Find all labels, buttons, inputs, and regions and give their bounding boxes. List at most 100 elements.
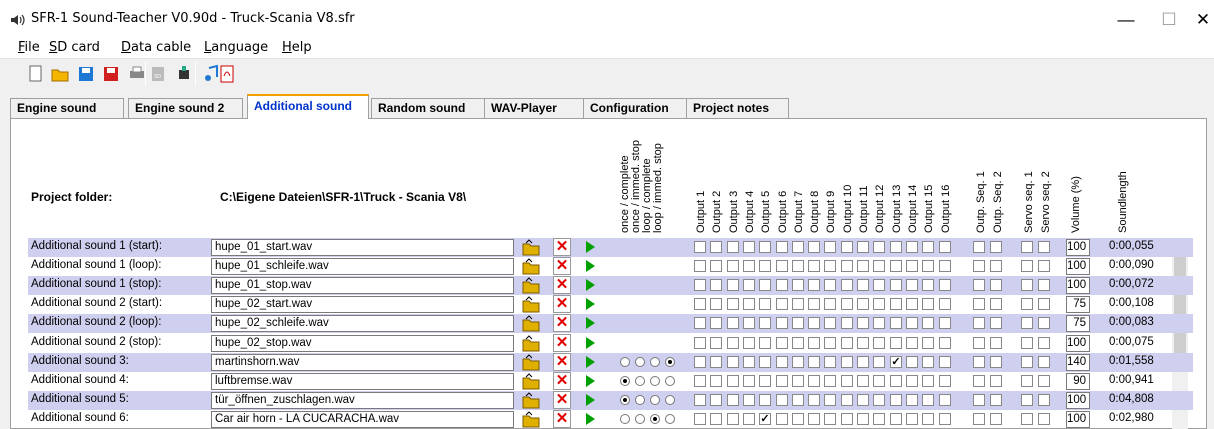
tab-project-notes[interactable]: Project notes (686, 98, 789, 118)
sequence-checkbox[interactable] (973, 260, 985, 272)
print-icon[interactable] (127, 64, 147, 84)
output-checkbox[interactable] (694, 279, 706, 291)
menu-data-cable[interactable]: Data cable (121, 40, 191, 55)
volume-field[interactable]: 100 (1066, 277, 1090, 294)
volume-field[interactable]: 100 (1066, 335, 1090, 352)
output-checkbox[interactable] (939, 375, 951, 387)
tab-engine-sound-2[interactable]: Engine sound 2 (128, 98, 243, 118)
output-checkbox[interactable] (792, 241, 804, 253)
output-checkbox[interactable] (759, 394, 771, 406)
sequence-checkbox[interactable] (1038, 337, 1050, 349)
volume-field[interactable]: 75 (1066, 315, 1090, 332)
output-checkbox[interactable] (841, 394, 853, 406)
output-checkbox[interactable] (906, 413, 918, 425)
data-cable-icon[interactable] (174, 64, 194, 84)
menu-file[interactable]: File (18, 40, 40, 55)
output-checkbox[interactable] (890, 337, 902, 349)
output-checkbox[interactable] (710, 394, 722, 406)
output-checkbox[interactable] (776, 298, 788, 310)
mode-radio[interactable] (620, 414, 630, 424)
sound-file-field[interactable]: Car air horn - LA CUCARACHA.wav (211, 411, 514, 428)
output-checkbox[interactable] (776, 356, 788, 368)
output-checkbox[interactable] (873, 260, 885, 272)
sequence-checkbox[interactable] (1021, 260, 1033, 272)
sequence-checkbox[interactable] (990, 298, 1002, 310)
output-checkbox[interactable] (727, 394, 739, 406)
tab-configuration[interactable]: Configuration (583, 98, 687, 118)
mode-radio[interactable] (665, 414, 675, 424)
sequence-checkbox[interactable] (973, 241, 985, 253)
delete-icon[interactable]: ✕ (553, 353, 571, 371)
output-checkbox[interactable] (922, 279, 934, 291)
output-checkbox[interactable] (939, 241, 951, 253)
mode-radio[interactable] (650, 376, 660, 386)
sequence-checkbox[interactable] (1038, 394, 1050, 406)
output-checkbox[interactable] (922, 337, 934, 349)
volume-field[interactable]: 75 (1066, 296, 1090, 313)
output-checkbox[interactable] (922, 241, 934, 253)
sound-file-field[interactable]: hupe_02_schleife.wav (211, 315, 514, 332)
output-checkbox[interactable] (792, 260, 804, 272)
output-checkbox[interactable] (824, 279, 836, 291)
output-checkbox[interactable] (710, 317, 722, 329)
output-checkbox[interactable] (939, 279, 951, 291)
output-checkbox[interactable] (808, 356, 820, 368)
sequence-checkbox[interactable] (973, 413, 985, 425)
output-checkbox[interactable] (743, 413, 755, 425)
volume-field[interactable]: 100 (1066, 239, 1090, 256)
open-folder-icon[interactable] (522, 315, 540, 332)
save-as-icon[interactable] (101, 64, 121, 84)
output-checkbox[interactable] (759, 337, 771, 349)
output-checkbox[interactable] (857, 394, 869, 406)
output-checkbox[interactable] (808, 279, 820, 291)
output-checkbox[interactable] (727, 413, 739, 425)
output-checkbox[interactable] (792, 298, 804, 310)
output-checkbox[interactable] (743, 356, 755, 368)
output-checkbox[interactable] (857, 298, 869, 310)
output-checkbox[interactable] (759, 260, 771, 272)
delete-icon[interactable]: ✕ (553, 295, 571, 313)
output-checkbox[interactable] (727, 317, 739, 329)
sequence-checkbox[interactable] (1038, 375, 1050, 387)
output-checkbox[interactable] (694, 375, 706, 387)
output-checkbox[interactable] (776, 260, 788, 272)
delete-icon[interactable]: ✕ (553, 238, 571, 256)
output-checkbox[interactable] (873, 413, 885, 425)
output-checkbox[interactable] (873, 317, 885, 329)
output-checkbox[interactable] (710, 337, 722, 349)
output-checkbox[interactable] (939, 356, 951, 368)
output-checkbox[interactable] (857, 260, 869, 272)
output-checkbox[interactable] (906, 337, 918, 349)
output-checkbox[interactable] (759, 279, 771, 291)
output-checkbox[interactable] (841, 260, 853, 272)
output-checkbox[interactable] (857, 317, 869, 329)
output-checkbox[interactable] (824, 337, 836, 349)
sequence-checkbox[interactable] (1021, 337, 1033, 349)
output-checkbox[interactable] (873, 394, 885, 406)
output-checkbox[interactable] (792, 394, 804, 406)
sequence-checkbox[interactable] (990, 260, 1002, 272)
output-checkbox[interactable] (776, 241, 788, 253)
sequence-checkbox[interactable] (1021, 413, 1033, 425)
play-icon[interactable] (583, 277, 597, 293)
delete-icon[interactable]: ✕ (553, 372, 571, 390)
sequence-checkbox[interactable] (1021, 356, 1033, 368)
output-checkbox[interactable] (694, 260, 706, 272)
sequence-checkbox[interactable] (973, 298, 985, 310)
volume-field[interactable]: 100 (1066, 258, 1090, 275)
output-checkbox[interactable] (841, 241, 853, 253)
output-checkbox[interactable] (710, 298, 722, 310)
sound-file-field[interactable]: hupe_01_start.wav (211, 239, 514, 256)
sound-file-field[interactable]: hupe_02_start.wav (211, 296, 514, 313)
output-checkbox[interactable] (857, 375, 869, 387)
open-folder-icon[interactable] (522, 354, 540, 371)
output-checkbox[interactable] (922, 260, 934, 272)
output-checkbox[interactable] (824, 375, 836, 387)
output-checkbox[interactable] (873, 279, 885, 291)
output-checkbox[interactable] (743, 241, 755, 253)
output-checkbox[interactable] (890, 241, 902, 253)
open-folder-icon[interactable] (522, 373, 540, 390)
sequence-checkbox[interactable] (1021, 394, 1033, 406)
output-checkbox[interactable] (890, 413, 902, 425)
output-checkbox[interactable] (890, 279, 902, 291)
